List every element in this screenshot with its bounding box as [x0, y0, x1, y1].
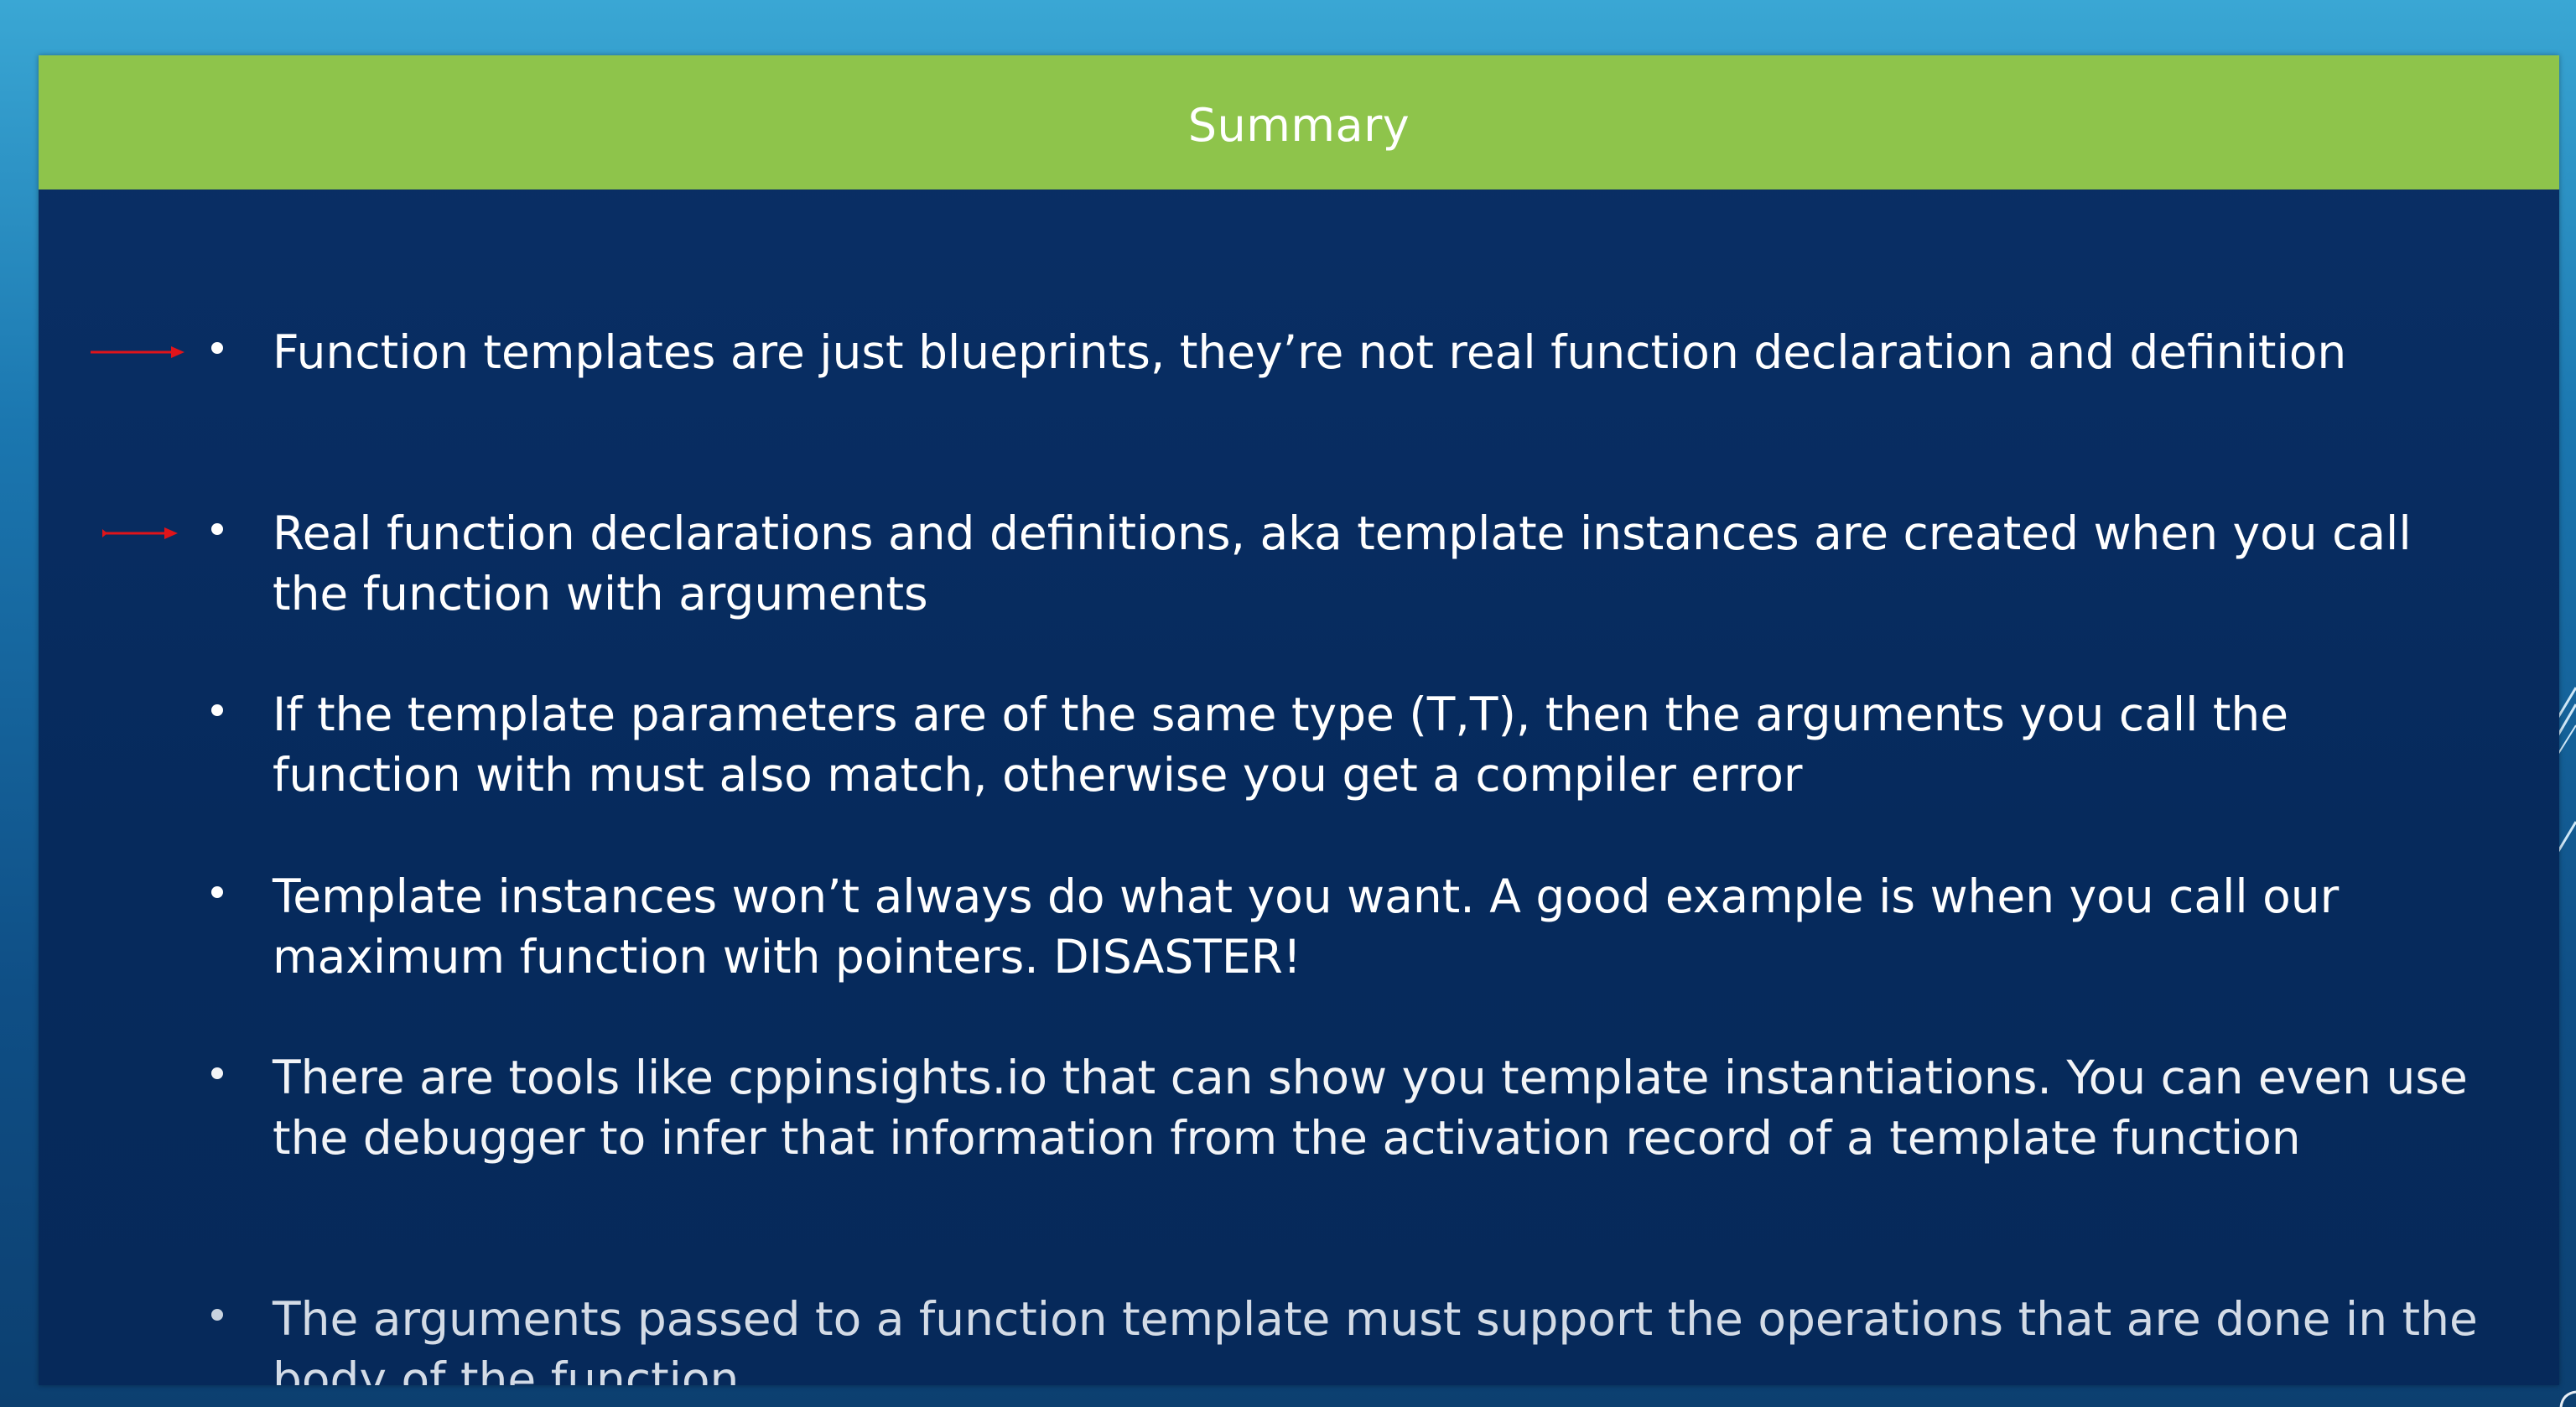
bullet-dot [211, 1067, 223, 1079]
corner-cursor-icon [2559, 1390, 2576, 1407]
bullet-list: Function templates are just blueprints, … [39, 55, 2559, 1385]
bullet-dot [211, 704, 223, 716]
bullet-text: There are tools like cppinsights.io that… [273, 1051, 2468, 1165]
arrow-right-icon [91, 346, 184, 358]
bullet-text: Real function declarations and definitio… [273, 506, 2412, 620]
arrow-right-icon [102, 527, 178, 539]
presentation-slide: Summary Function templates are just blue… [39, 55, 2559, 1385]
bullet-dot [211, 523, 223, 535]
bullet-dot [211, 1309, 223, 1321]
bullet-dot [211, 886, 223, 898]
bullet-text: Function templates are just blueprints, … [273, 325, 2347, 379]
bullet-text: Template instances won’t always do what … [273, 870, 2340, 984]
bullet-text: The arguments passed to a function templ… [273, 1292, 2478, 1385]
bullet-dot [211, 342, 223, 354]
bullet-text: If the template parameters are of the sa… [273, 688, 2289, 802]
